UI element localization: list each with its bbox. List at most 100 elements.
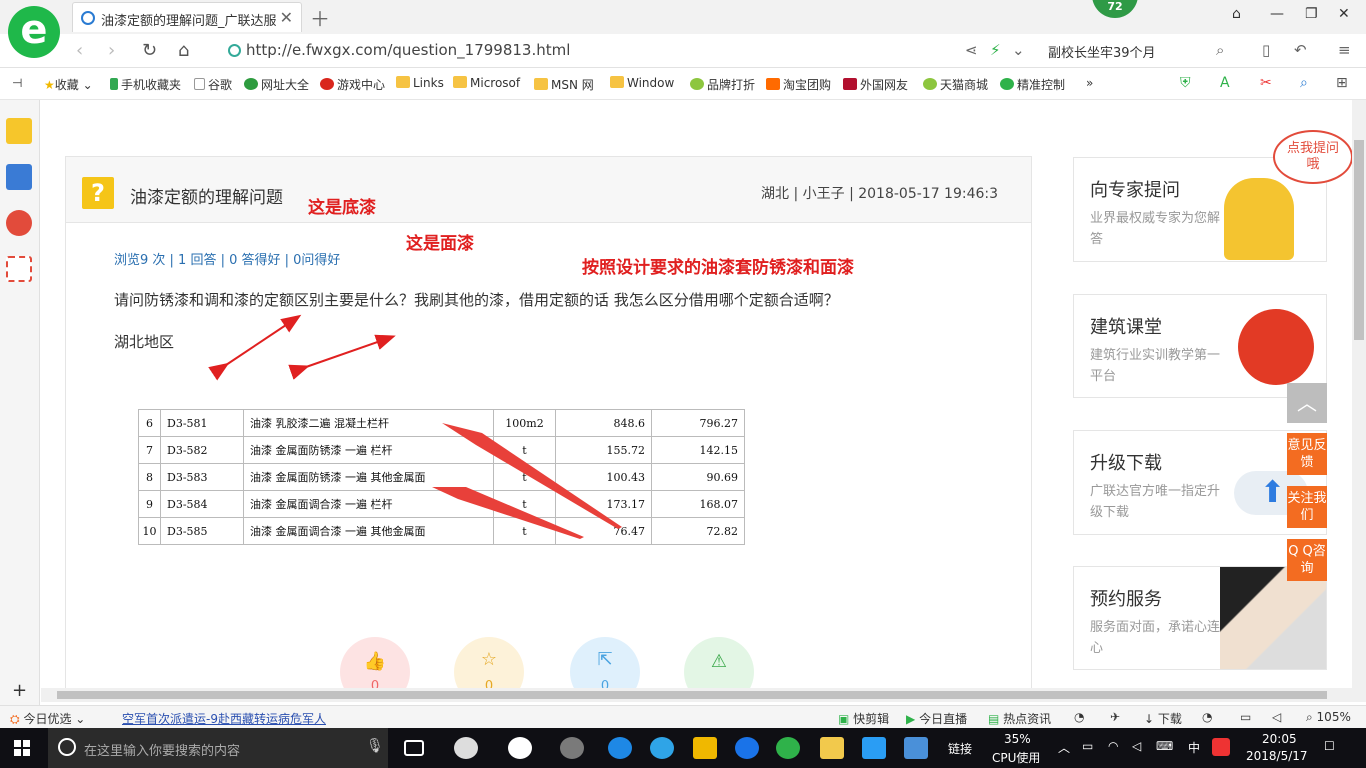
- today-picks[interactable]: ⛭ 今日优选 ⌄: [10, 710, 85, 727]
- bookmark-tmall[interactable]: 天猫商城: [923, 76, 988, 93]
- site-security-icon[interactable]: [228, 44, 241, 57]
- windows-start-icon[interactable]: [14, 740, 30, 756]
- follow-us-button[interactable]: 关注我们: [1287, 486, 1327, 528]
- edge-icon[interactable]: [608, 737, 632, 759]
- reload-button[interactable]: ↻: [142, 40, 157, 61]
- zoom-level[interactable]: ⌕ 105%: [1306, 710, 1351, 725]
- wifi-icon[interactable]: ◠: [1108, 739, 1118, 753]
- battery-icon[interactable]: ▭: [1082, 739, 1093, 753]
- bookmark-msn[interactable]: MSN 网: [534, 76, 594, 93]
- vertical-scroll-thumb[interactable]: [1354, 140, 1364, 340]
- ask-bubble[interactable]: 点我提问哦: [1273, 130, 1352, 184]
- horizontal-scrollbar[interactable]: [41, 688, 1366, 702]
- url-input[interactable]: http://e.fwxgx.com/question_1799813.html: [246, 41, 570, 59]
- notification-center-icon[interactable]: ☐: [1324, 739, 1335, 753]
- reading-list-icon[interactable]: [6, 164, 32, 190]
- horizontal-scroll-thumb[interactable]: [57, 691, 1327, 699]
- clock-date[interactable]: 2018/5/17: [1246, 749, 1308, 763]
- file-explorer-icon[interactable]: [693, 737, 717, 759]
- close-window-button[interactable]: ✕: [1338, 6, 1350, 22]
- scissors-icon[interactable]: ✂: [1260, 75, 1272, 91]
- keyboard-icon[interactable]: ⌨: [1156, 739, 1173, 753]
- favorites-star-icon[interactable]: [6, 118, 32, 144]
- speed-gauge-icon[interactable]: ◔: [1202, 710, 1212, 724]
- task-view-icon[interactable]: [404, 740, 424, 756]
- more-bookmarks-icon[interactable]: »: [1086, 76, 1093, 90]
- microphone-icon[interactable]: 🎙: [366, 738, 384, 754]
- search-icon[interactable]: ⌕: [1216, 41, 1224, 59]
- plus-app-icon[interactable]: [862, 737, 886, 759]
- chevron-down-icon[interactable]: ⌄: [1012, 41, 1025, 59]
- back-to-top-button[interactable]: ︿: [1287, 383, 1327, 423]
- translate-icon[interactable]: A: [1220, 75, 1230, 91]
- notification-badge[interactable]: 72: [1092, 0, 1138, 18]
- sogou-ime-icon[interactable]: [1212, 738, 1230, 756]
- hot-news[interactable]: ▤ 热点资讯: [988, 710, 1051, 727]
- minimize-window-button[interactable]: —: [1270, 6, 1284, 22]
- speed-icon[interactable]: ◔: [1074, 710, 1084, 724]
- 360-browser-icon[interactable]: [776, 737, 800, 759]
- add-sidebar-item-icon[interactable]: +: [12, 680, 27, 701]
- bookmark-precise[interactable]: 精准控制: [1000, 76, 1065, 93]
- back-button[interactable]: ‹: [76, 40, 83, 61]
- bookmark-taobao[interactable]: 淘宝团购: [766, 76, 831, 93]
- news-ticker[interactable]: 空军首次派遣运-9赴西藏转运病危军人: [122, 710, 326, 727]
- bookmark-microsoft[interactable]: Microsof: [453, 76, 520, 90]
- bookmark-sites[interactable]: 网址大全: [244, 76, 309, 93]
- shield-icon[interactable]: ⛨: [1180, 75, 1191, 91]
- pin-icon[interactable]: ✈: [1110, 710, 1120, 724]
- phone-icon[interactable]: ▯: [1262, 41, 1270, 59]
- ime-indicator[interactable]: 中: [1188, 739, 1200, 756]
- share-button[interactable]: ⇱ 0: [570, 637, 640, 688]
- bookmark-windows[interactable]: Window: [610, 76, 674, 90]
- speaker-icon[interactable]: ◁: [1132, 739, 1141, 753]
- restore-window-button[interactable]: ❐: [1305, 6, 1318, 22]
- bookmark-links[interactable]: Links: [396, 76, 444, 90]
- today-live[interactable]: ▶ 今日直播: [906, 710, 967, 727]
- window-icon[interactable]: ▭: [1240, 710, 1251, 724]
- new-tab-button[interactable]: ＋: [310, 3, 330, 32]
- glodon-app-icon[interactable]: [735, 737, 759, 759]
- weibo-icon[interactable]: [6, 210, 32, 236]
- vertical-scrollbar[interactable]: [1352, 100, 1366, 688]
- feedback-button[interactable]: 意见反馈: [1287, 433, 1327, 475]
- forward-button[interactable]: ›: [108, 40, 115, 61]
- bookmark-mobile[interactable]: 手机收藏夹: [110, 76, 181, 93]
- download-button[interactable]: ↓ 下载: [1144, 710, 1182, 727]
- email-icon[interactable]: [6, 256, 32, 282]
- share-icon[interactable]: ⋖: [965, 41, 978, 59]
- qq-consult-button[interactable]: Q Q咨询: [1287, 539, 1327, 581]
- appointment-card[interactable]: 预约服务 服务面对面，承诺心连心: [1073, 566, 1327, 670]
- menu-icon[interactable]: ≡: [1338, 41, 1351, 59]
- like-button[interactable]: 👍 0: [340, 637, 410, 688]
- chrome-like-icon[interactable]: [560, 737, 584, 759]
- volume-icon[interactable]: ◁: [1272, 710, 1281, 724]
- fan-app-icon[interactable]: [454, 737, 478, 759]
- show-hidden-icons[interactable]: ︿: [1058, 739, 1070, 756]
- favorite-button[interactable]: ☆ 0: [454, 637, 524, 688]
- quick-clip[interactable]: ▣ 快剪辑: [838, 710, 889, 727]
- browser-logo-icon[interactable]: [8, 6, 60, 58]
- clock-time[interactable]: 20:05: [1262, 732, 1297, 746]
- internet-explorer-icon[interactable]: [650, 737, 674, 759]
- bookmark-favorites[interactable]: ★收藏 ⌄: [44, 76, 93, 93]
- bookmark-brand-sale[interactable]: 品牌打折: [690, 76, 755, 93]
- links-toolbar[interactable]: 链接: [948, 740, 972, 757]
- bookmark-games[interactable]: 游戏中心: [320, 76, 385, 93]
- bookmark-foreign[interactable]: 外国网友: [843, 76, 908, 93]
- tab-close-icon[interactable]: ✕: [280, 8, 293, 27]
- taskbar-search-input[interactable]: 在这里输入你要搜索的内容: [84, 740, 240, 759]
- home-button[interactable]: ⌂: [178, 40, 189, 61]
- bookmark-google[interactable]: 谷歌: [194, 76, 232, 93]
- notes-app-icon[interactable]: [820, 737, 844, 759]
- ie-browser-icon[interactable]: [508, 737, 532, 759]
- shirt-skin-icon[interactable]: ⌂: [1232, 6, 1241, 22]
- search-input[interactable]: 副校长坐牢39个月: [1048, 42, 1156, 61]
- magnifier-icon[interactable]: ⌕: [1300, 75, 1308, 91]
- taskbar-search[interactable]: 在这里输入你要搜索的内容 🎙: [48, 728, 388, 768]
- apps-icon[interactable]: ⊞: [1336, 75, 1348, 91]
- collapse-sidebar-icon[interactable]: ⊣: [12, 76, 22, 90]
- lightning-icon[interactable]: ⚡: [990, 41, 1001, 59]
- browser-tab[interactable]: 油漆定额的理解问题_广联达服务 ✕: [72, 2, 302, 32]
- undo-icon[interactable]: ↶: [1294, 41, 1307, 59]
